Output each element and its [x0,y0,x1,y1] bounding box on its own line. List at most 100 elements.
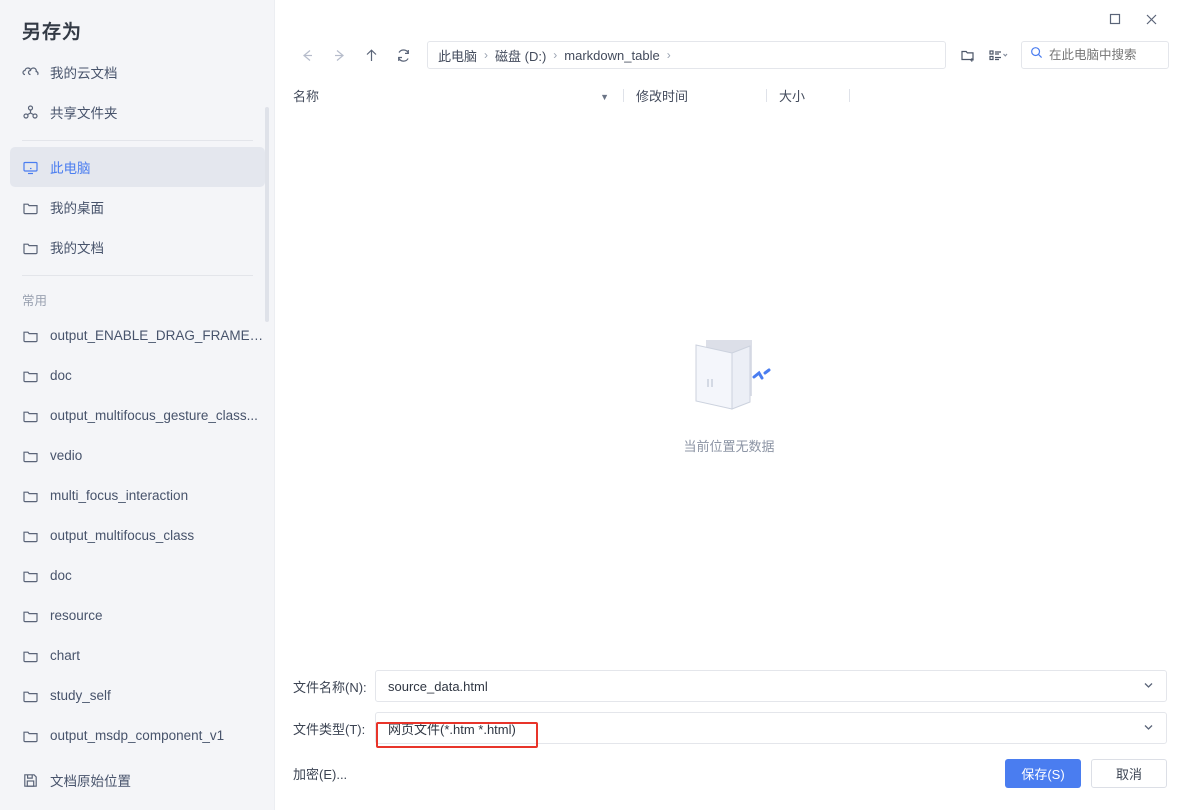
folder-icon [22,199,39,216]
view-list-icon[interactable] [983,41,1013,69]
sort-descending-icon[interactable]: ▼ [600,92,609,102]
chevron-down-icon[interactable] [1143,679,1154,694]
sidebar-item-label: doc [50,567,72,583]
folder-icon [22,607,39,624]
refresh-icon[interactable] [389,41,417,69]
sidebar-item-label: 文档原始位置 [50,774,131,789]
search-input[interactable] [1049,48,1160,62]
sidebar-item-label: output_ENABLE_DRAG_FRAMEW... [50,327,265,343]
filename-row: 文件名称(N): source_data.html [293,670,1167,702]
sidebar-scrollbar[interactable] [265,107,269,322]
sidebar-footer: 文档原始位置 [0,760,275,800]
filetype-row: 文件类型(T): 网页文件(*.htm *.html) [293,712,1167,744]
column-header-label: 修改时间 [636,88,689,104]
folder-icon [22,447,39,464]
folder-icon [22,647,39,664]
sidebar-item-folder[interactable]: doc [10,555,265,595]
filename-input[interactable]: source_data.html [375,670,1167,702]
filename-label: 文件名称(N): [293,679,367,695]
sidebar-item-label: resource [50,607,103,623]
sidebar-item-cloud-docs[interactable]: 我的云文档 [10,52,265,92]
sidebar-section-frequent-label: 常用 [22,294,48,308]
filetype-value: 网页文件(*.htm *.html) [388,721,516,737]
column-header-name[interactable]: 名称 ▼ [293,86,623,105]
column-header-modified[interactable]: 修改时间 [636,86,766,105]
sidebar-item-folder[interactable]: study_self [10,675,265,715]
sidebar-item-label: 此电脑 [50,161,91,176]
sidebar-divider-top [22,140,253,141]
folder-icon [22,487,39,504]
sidebar-item-folder[interactable]: doc [10,355,265,395]
search-box[interactable] [1021,41,1169,69]
cancel-button[interactable]: 取消 [1091,758,1167,788]
file-list-empty-state: 当前位置无数据 [275,118,1183,670]
cloud-icon [22,64,39,81]
breadcrumb-item[interactable]: 此电脑 [438,46,477,65]
sidebar-item-label: 我的云文档 [50,66,118,81]
filetype-select[interactable]: 网页文件(*.htm *.html) [375,712,1167,744]
breadcrumb-item[interactable]: markdown_table [564,48,659,63]
chevron-down-icon[interactable] [1143,721,1154,736]
up-arrow-icon[interactable] [357,41,385,69]
dialog-button-row: 加密(E)... 保存(S) 取消 [293,756,1167,790]
sidebar-item-label: 我的桌面 [50,201,104,216]
maximize-button[interactable] [1097,5,1133,33]
sidebar: 另存为 我的云文档 共享文件夹 此电脑 我的桌面 我的文档 常用 output_… [0,0,275,810]
address-bar[interactable]: 此电脑 › 磁盘 (D:) › markdown_table › [427,41,946,69]
column-header-label: 名称 [293,88,320,104]
forward-arrow-icon[interactable] [325,41,353,69]
sidebar-item-label: output_msdp_component_v1 [50,727,225,743]
column-headers: 名称 ▼ 修改时间 大小 [293,78,1169,112]
save-button[interactable]: 保存(S) [1005,758,1081,788]
save-form: 文件名称(N): source_data.html 文件类型(T): 网页文件(… [275,670,1183,810]
sidebar-item-folder[interactable]: vedio [10,435,265,475]
main-panel: 此电脑 › 磁盘 (D:) › markdown_table › 在此电脑中搜索… [275,0,1183,810]
sidebar-item-original-location[interactable]: 文档原始位置 [10,760,265,800]
breadcrumb-separator: › [553,48,558,62]
sidebar-item-folder[interactable]: multi_focus_interaction [10,475,265,515]
folder-icon [22,527,39,544]
save-as-dialog: 另存为 我的云文档 共享文件夹 此电脑 我的桌面 我的文档 常用 output_… [0,0,1183,810]
column-header-size[interactable]: 大小 [779,86,849,105]
column-divider [849,88,850,102]
sidebar-item-folder[interactable]: output_ENABLE_DRAG_FRAMEW... [10,315,265,355]
sidebar-item-label: doc [50,367,72,383]
sidebar-item-my-documents[interactable]: 我的文档 [10,227,265,267]
search-icon [1030,46,1043,64]
breadcrumb-separator: › [484,48,489,62]
column-header-label: 大小 [779,88,806,104]
sidebar-item-label: 共享文件夹 [50,106,118,121]
sidebar-item-label: vedio [50,447,83,463]
sidebar-scroll-area: 我的云文档 共享文件夹 此电脑 我的桌面 我的文档 常用 output_ENAB… [0,52,275,764]
sidebar-item-label: chart [50,647,81,663]
encrypt-button[interactable]: 加密(E)... [293,764,347,783]
sidebar-item-shared-folder[interactable]: 共享文件夹 [10,92,265,132]
save-icon [22,772,39,789]
navigation-toolbar: 此电脑 › 磁盘 (D:) › markdown_table › [275,38,1183,72]
sidebar-item-folder[interactable]: resource [10,595,265,635]
folder-icon [22,327,39,344]
sidebar-item-my-desktop[interactable]: 我的桌面 [10,187,265,227]
folder-icon [22,727,39,744]
sidebar-item-folder[interactable]: output_multifocus_class [10,515,265,555]
new-folder-icon[interactable] [953,41,983,69]
breadcrumb-separator: › [666,48,671,62]
share-icon [22,104,39,121]
sidebar-item-label: study_self [50,687,111,703]
close-button[interactable] [1133,5,1169,33]
column-divider [766,88,767,102]
sidebar-item-label: output_multifocus_gesture_class... [50,407,258,423]
breadcrumb-item[interactable]: 磁盘 (D:) [495,46,546,65]
back-arrow-icon[interactable] [293,41,321,69]
sidebar-item-this-pc[interactable]: 此电脑 [10,147,265,187]
sidebar-item-label: multi_focus_interaction [50,487,189,503]
folder-icon [22,687,39,704]
filename-value: source_data.html [388,678,488,694]
sidebar-item-folder[interactable]: output_msdp_component_v1 [10,715,265,755]
empty-state-message: 当前位置无数据 [683,439,775,454]
folder-icon [22,567,39,584]
empty-folder-illustration [684,333,774,420]
sidebar-item-folder[interactable]: chart [10,635,265,675]
sidebar-item-folder[interactable]: output_multifocus_gesture_class... [10,395,265,435]
computer-icon [22,159,39,176]
